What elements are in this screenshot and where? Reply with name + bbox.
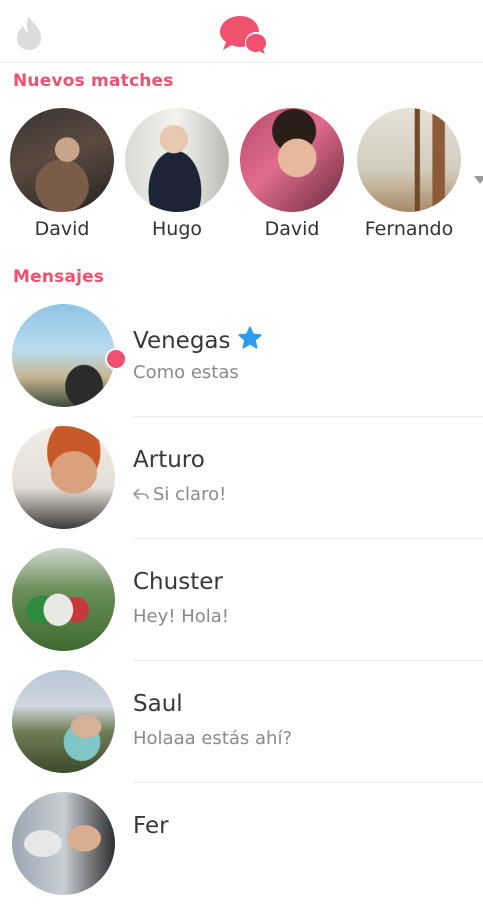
star-icon (237, 326, 262, 349)
avatar (240, 108, 344, 212)
avatar (12, 670, 115, 773)
avatar (357, 108, 461, 212)
message-sender: Saul (133, 691, 183, 717)
message-row[interactable]: Arturo Si claro! (0, 426, 483, 548)
new-matches-row: David Hugo David Fernando (0, 108, 483, 248)
divider (133, 416, 483, 417)
chat-bubbles-icon[interactable] (218, 14, 270, 56)
avatar (12, 426, 115, 529)
divider (133, 538, 483, 539)
divider (133, 782, 483, 783)
chevron-down-icon (474, 176, 483, 184)
avatar (12, 304, 115, 407)
top-nav-bar (0, 0, 483, 63)
message-sender: Chuster (133, 569, 223, 595)
message-row[interactable]: Chuster Hey! Hola! (0, 548, 483, 670)
avatar (10, 108, 114, 212)
flame-icon[interactable] (14, 15, 44, 51)
reply-arrow-icon (133, 488, 149, 500)
match-card[interactable]: David (4, 108, 120, 240)
divider (133, 660, 483, 661)
message-preview: Si claro! (133, 484, 226, 505)
message-sender: Fer (133, 813, 169, 839)
match-card[interactable]: David (234, 108, 350, 240)
message-preview: Como estas (133, 362, 239, 383)
messages-heading: Mensajes (13, 267, 105, 287)
message-row[interactable]: Fer (0, 792, 483, 914)
message-sender: Venegas (133, 325, 263, 354)
unread-indicator (105, 348, 127, 370)
message-row[interactable]: Saul Holaaa estás ahí? (0, 670, 483, 792)
message-preview: Hey! Hola! (133, 606, 229, 627)
match-name: David (34, 218, 90, 240)
match-name: David (264, 218, 320, 240)
message-preview: Holaaa estás ahí? (133, 728, 292, 749)
avatar (12, 548, 115, 651)
avatar (12, 792, 115, 895)
match-name: Hugo (151, 218, 202, 240)
message-row[interactable]: Venegas Como estas (0, 304, 483, 426)
new-matches-heading: Nuevos matches (13, 71, 174, 91)
match-name: Fernando (364, 218, 454, 240)
match-card[interactable]: Hugo (119, 108, 235, 240)
avatar (125, 108, 229, 212)
match-card[interactable]: Fernando (351, 108, 467, 240)
message-sender: Arturo (133, 447, 205, 473)
